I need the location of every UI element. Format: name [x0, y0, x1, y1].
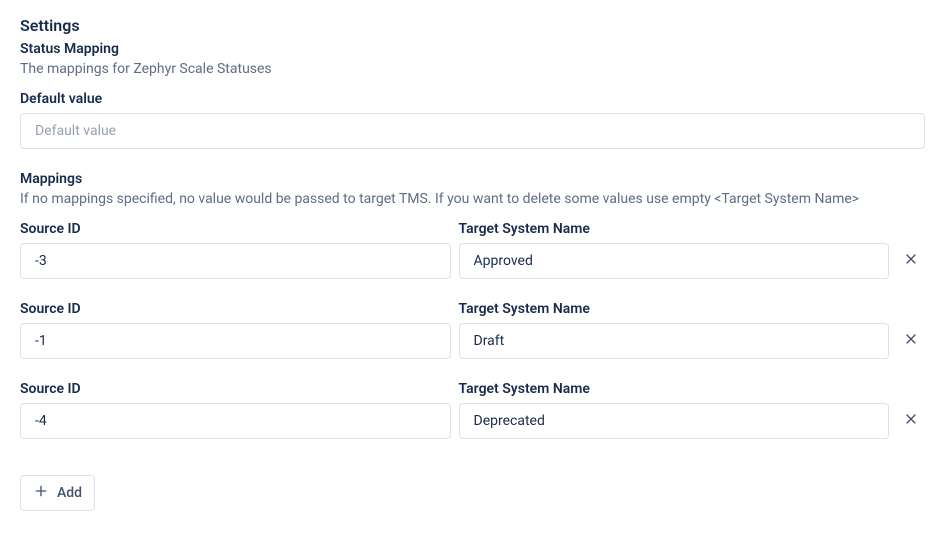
- target-name-input[interactable]: [459, 323, 890, 359]
- mappings-title: Mappings: [20, 171, 925, 187]
- source-id-label: Source ID: [20, 301, 451, 317]
- section-title: Status Mapping: [20, 41, 925, 57]
- target-name-input[interactable]: [459, 403, 890, 439]
- source-id-input[interactable]: [20, 243, 451, 279]
- default-value-label: Default value: [20, 91, 925, 107]
- target-name-label: Target System Name: [459, 381, 890, 397]
- source-id-label: Source ID: [20, 221, 451, 237]
- close-icon: [903, 411, 919, 430]
- source-id-label: Source ID: [20, 381, 451, 397]
- delete-mapping-button[interactable]: [897, 321, 925, 359]
- add-mapping-button[interactable]: Add: [20, 475, 95, 511]
- mappings-desc: If no mappings specified, no value would…: [20, 191, 925, 207]
- target-name-label: Target System Name: [459, 301, 890, 317]
- source-id-input[interactable]: [20, 403, 451, 439]
- default-value-input[interactable]: [20, 113, 925, 149]
- plus-icon: [33, 483, 49, 503]
- close-icon: [903, 331, 919, 350]
- page-title: Settings: [20, 16, 925, 35]
- target-name-input[interactable]: [459, 243, 890, 279]
- mapping-row: Source ID Target System Name: [20, 221, 925, 279]
- target-name-label: Target System Name: [459, 221, 890, 237]
- source-id-input[interactable]: [20, 323, 451, 359]
- section-desc: The mappings for Zephyr Scale Statuses: [20, 61, 925, 77]
- delete-mapping-button[interactable]: [897, 401, 925, 439]
- delete-mapping-button[interactable]: [897, 241, 925, 279]
- close-icon: [903, 251, 919, 270]
- mapping-row: Source ID Target System Name: [20, 301, 925, 359]
- add-button-label: Add: [57, 485, 82, 501]
- mapping-row: Source ID Target System Name: [20, 381, 925, 439]
